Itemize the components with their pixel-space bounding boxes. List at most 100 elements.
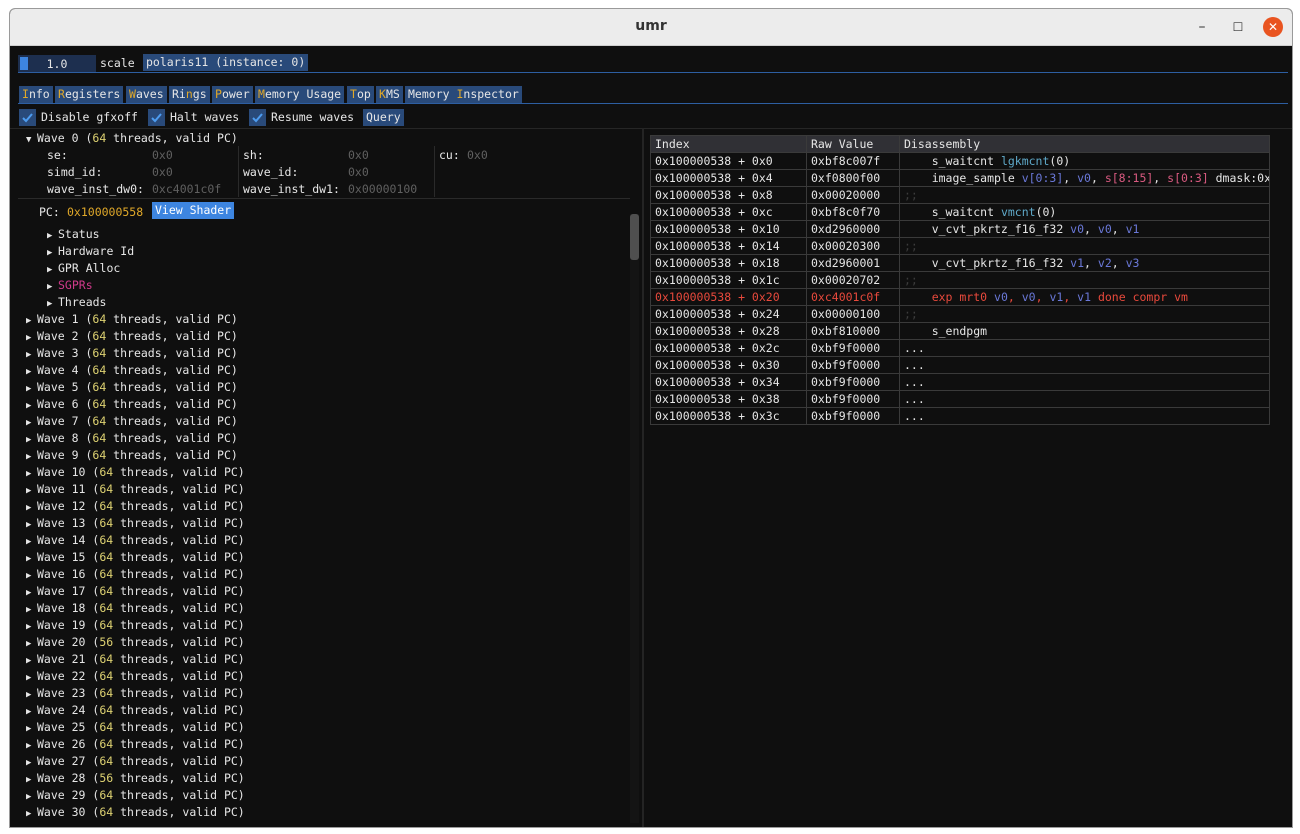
table-row[interactable]: 0x100000538 + 0x10 0xd2960000 v_cvt_pkrtz… (650, 220, 1270, 238)
table-row[interactable]: 0x100000538 + 0x8 0x00020000;; (650, 186, 1270, 204)
wave-node[interactable]: ▶ Wave 30 (64 threads, valid PC) (26, 805, 245, 819)
wave-node[interactable]: ▶ Wave 29 (64 threads, valid PC) (26, 788, 245, 802)
pc-label: PC: (39, 205, 60, 219)
wave-node[interactable]: ▶ Wave 20 (56 threads, valid PC) (26, 635, 245, 649)
query-button[interactable]: Query (363, 109, 404, 126)
gpu-instance-button[interactable]: polaris11 (instance: 0) (143, 54, 309, 71)
wave-node[interactable]: ▶ Wave 6 (64 threads, valid PC) (26, 397, 238, 411)
wave-node[interactable]: ▶ Wave 17 (64 threads, valid PC) (26, 584, 245, 598)
tab-6[interactable]: Top (347, 86, 374, 103)
wave-0-subnode[interactable]: ▶ Hardware Id (47, 244, 134, 258)
halt-waves-checkbox[interactable] (148, 109, 165, 126)
minimize-icon[interactable]: – (1192, 17, 1212, 37)
wave-node[interactable]: ▶ Wave 19 (64 threads, valid PC) (26, 618, 245, 632)
wave-node[interactable]: ▶ Wave 4 (64 threads, valid PC) (26, 363, 238, 377)
table-row[interactable]: 0x100000538 + 0x3c 0xbf9f0000... (650, 407, 1270, 425)
close-icon[interactable]: ✕ (1263, 17, 1283, 37)
wave-0-subnode[interactable]: ▶ SGPRs (47, 278, 93, 292)
disasm-token: ... (904, 358, 925, 372)
collapsed-arrow-icon: ▶ (26, 486, 32, 496)
table-row[interactable]: 0x100000538 + 0x18 0xd2960001 v_cvt_pkrtz… (650, 254, 1270, 272)
wave-node[interactable]: ▶ Wave 28 (56 threads, valid PC) (26, 771, 245, 785)
tab-shortcut-letter: P (215, 87, 222, 101)
table-row[interactable]: 0x100000538 + 0xc 0xbf8c0f70 s_waitcnt vm… (650, 203, 1270, 221)
wave-label: Wave 18 ( (37, 601, 100, 615)
table-row[interactable]: 0x100000538 + 0x14 0x00020300;; (650, 237, 1270, 255)
disasm-token: v1 (1070, 256, 1085, 270)
tab-8[interactable]: Memory Inspector (405, 86, 522, 103)
wave-node[interactable]: ▶ Wave 9 (64 threads, valid PC) (26, 448, 238, 462)
disasm-token: image_sample (904, 171, 1022, 185)
waves-scrollbar[interactable] (630, 214, 639, 823)
wave-label-suffix: threads, valid PC) (106, 363, 238, 377)
scale-slider[interactable]: 1.0 (18, 55, 96, 72)
view-shader-button[interactable]: View Shader (152, 202, 235, 219)
tab-0[interactable]: Info (19, 86, 53, 103)
cell-raw-value: 0xbf9f0000 (806, 356, 900, 374)
table-row[interactable]: 0x100000538 + 0x24 0x00000100;; (650, 305, 1270, 323)
tab-7[interactable]: KMS (376, 86, 403, 103)
table-row[interactable]: 0x100000538 + 0x30 0xbf9f0000... (650, 356, 1270, 374)
wave-node[interactable]: ▶ Wave 18 (64 threads, valid PC) (26, 601, 245, 615)
wave-node[interactable]: ▶ Wave 24 (64 threads, valid PC) (26, 703, 245, 717)
table-row[interactable]: 0x100000538 + 0x38 0xbf9f0000... (650, 390, 1270, 408)
wave-node[interactable]: ▶ Wave 22 (64 threads, valid PC) (26, 669, 245, 683)
wave-label: Wave 23 ( (37, 686, 100, 700)
table-row[interactable]: 0x100000538 + 0x20 0xc4001c0f exp mrt0 v0… (650, 288, 1270, 306)
panel-splitter[interactable] (642, 128, 644, 827)
wave-0-subnode[interactable]: ▶ Threads (47, 295, 106, 309)
wave-node[interactable]: ▶ Wave 15 (64 threads, valid PC) (26, 550, 245, 564)
disasm-token: v_cvt_pkrtz_f16_f32 (904, 256, 1071, 270)
disasm-token: v_cvt_pkrtz_f16_f32 (904, 222, 1071, 236)
wave-node[interactable]: ▶ Wave 13 (64 threads, valid PC) (26, 516, 245, 530)
cell-index: 0x100000538 + 0x28 (650, 322, 807, 340)
wave-node[interactable]: ▶ Wave 8 (64 threads, valid PC) (26, 431, 238, 445)
tab-1[interactable]: Registers (55, 86, 124, 103)
wave-label: Wave 3 ( (37, 346, 93, 360)
wave-node[interactable]: ▶ Wave 11 (64 threads, valid PC) (26, 482, 245, 496)
wave-label: Wave 17 ( (37, 584, 100, 598)
wave-node[interactable]: ▶ Wave 12 (64 threads, valid PC) (26, 499, 245, 513)
wave-node[interactable]: ▶ Wave 1 (64 threads, valid PC) (26, 312, 238, 326)
wave-node[interactable]: ▶ Wave 5 (64 threads, valid PC) (26, 380, 238, 394)
wave-0-subnode[interactable]: ▶ Status (47, 227, 100, 241)
maximize-icon[interactable]: ☐ (1228, 17, 1248, 37)
wave-node[interactable]: ▶ Wave 10 (64 threads, valid PC) (26, 465, 245, 479)
tab-3[interactable]: Rings (169, 86, 210, 103)
wave-node[interactable]: ▶ Wave 26 (64 threads, valid PC) (26, 737, 245, 751)
disable-gfxoff-checkbox[interactable] (19, 109, 36, 126)
wave-node[interactable]: ▶ Wave 2 (64 threads, valid PC) (26, 329, 238, 343)
wave-node[interactable]: ▶ Wave 27 (64 threads, valid PC) (26, 754, 245, 768)
table-row[interactable]: 0x100000538 + 0x1c 0x00020702;; (650, 271, 1270, 289)
wave-0-node[interactable]: ▼ Wave 0 (64 threads, valid PC) (26, 131, 238, 145)
wave-node[interactable]: ▶ Wave 21 (64 threads, valid PC) (26, 652, 245, 666)
tab-2[interactable]: Waves (126, 86, 167, 103)
cell-disassembly: ... (899, 339, 1270, 357)
title-bar: umr – ☐ ✕ (10, 9, 1292, 46)
table-row[interactable]: 0x100000538 + 0x2c 0xbf9f0000... (650, 339, 1270, 357)
table-row[interactable]: 0x100000538 + 0x4 0xf0800f00 image_sample… (650, 169, 1270, 187)
collapsed-arrow-icon: ▶ (26, 758, 32, 768)
table-row[interactable]: 0x100000538 + 0x28 0xbf810000 s_endpgm (650, 322, 1270, 340)
disasm-token: , (1063, 290, 1078, 304)
tab-4[interactable]: Power (212, 86, 253, 103)
wave-label: Wave 11 ( (37, 482, 100, 496)
waves-scrollbar-thumb[interactable] (630, 214, 639, 260)
waves-tree-panel: ▼ Wave 0 (64 threads, valid PC) se: 0x0 s… (10, 128, 639, 827)
wave-node[interactable]: ▶ Wave 14 (64 threads, valid PC) (26, 533, 245, 547)
wave-node[interactable]: ▶ Wave 25 (64 threads, valid PC) (26, 720, 245, 734)
wave-node[interactable]: ▶ Wave 3 (64 threads, valid PC) (26, 346, 238, 360)
wave-label: Wave 16 ( (37, 567, 100, 581)
header-raw-value: Raw Value (806, 135, 900, 153)
wave-node[interactable]: ▶ Wave 7 (64 threads, valid PC) (26, 414, 238, 428)
expanded-arrow-icon: ▼ (26, 135, 32, 145)
wave-node[interactable]: ▶ Wave 16 (64 threads, valid PC) (26, 567, 245, 581)
resume-waves-checkbox[interactable] (249, 109, 266, 126)
tab-5[interactable]: Memory Usage (255, 86, 345, 103)
table-row[interactable]: 0x100000538 + 0x34 0xbf9f0000... (650, 373, 1270, 391)
disassembly-table: Index Raw Value Disassembly 0x100000538 … (650, 135, 1270, 425)
wave-0-subnode[interactable]: ▶ GPR Alloc (47, 261, 120, 275)
wave-node[interactable]: ▶ Wave 23 (64 threads, valid PC) (26, 686, 245, 700)
wave-label-suffix: threads, valid PC) (106, 312, 238, 326)
table-row[interactable]: 0x100000538 + 0x0 0xbf8c007f s_waitcnt lg… (650, 152, 1270, 170)
